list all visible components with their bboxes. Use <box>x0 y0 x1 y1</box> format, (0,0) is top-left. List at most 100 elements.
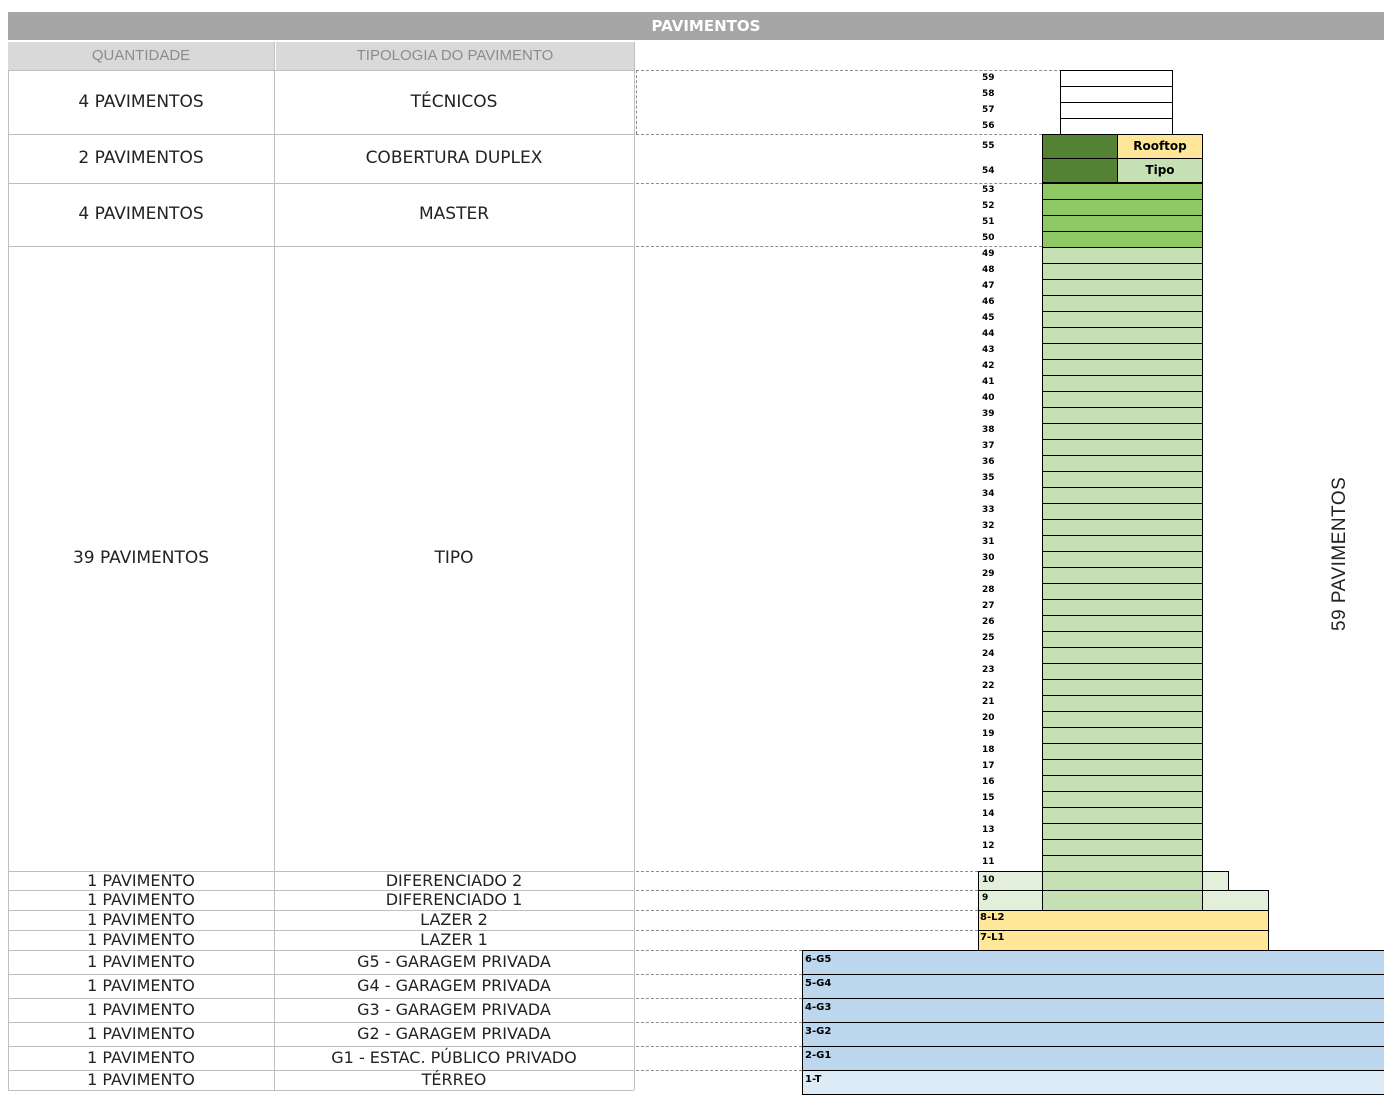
floor-number: 9 <box>982 893 989 903</box>
connector-line <box>636 1070 802 1071</box>
tipo-floor <box>1042 343 1203 360</box>
floor-number: 33 <box>982 505 995 515</box>
column-divider <box>274 42 275 1090</box>
tipo-floor <box>1042 855 1203 872</box>
column-divider <box>634 42 635 1090</box>
tipo-floor <box>1042 487 1203 504</box>
tipo-floor <box>1042 391 1203 408</box>
technical-floor <box>1060 118 1173 135</box>
connector-line <box>636 930 978 931</box>
master-floor <box>1042 231 1203 248</box>
floor-number: 12 <box>982 841 995 851</box>
tipo-floor <box>1042 599 1203 616</box>
tipo-floor <box>1042 679 1203 696</box>
quantity-cell: 1 PAVIMENTO <box>87 1070 195 1089</box>
tipo-floor <box>1042 423 1203 440</box>
typology-cell: DIFERENCIADO 2 <box>385 871 523 890</box>
tipo-floor <box>1042 695 1203 712</box>
duplex-floor <box>1042 158 1118 183</box>
floor-code-label: 8-L2 <box>980 912 1005 923</box>
floor-number: 34 <box>982 489 995 499</box>
tipo-floor <box>1042 567 1203 584</box>
floor-number: 29 <box>982 569 995 579</box>
floor-number: 47 <box>982 281 995 291</box>
connector-line <box>636 183 1042 184</box>
tipo-floor <box>1042 359 1203 376</box>
tipo-floor <box>1042 263 1203 280</box>
tipo-floor <box>1042 759 1203 776</box>
floor-number: 43 <box>982 345 995 355</box>
tipo-floor <box>1042 375 1203 392</box>
quantity-cell: 1 PAVIMENTO <box>87 976 195 995</box>
tipo-floor <box>1042 711 1203 728</box>
tipo-floor <box>1042 631 1203 648</box>
tipo-floor <box>1042 647 1203 664</box>
tipo-floor <box>1042 327 1203 344</box>
floor-number: 39 <box>982 409 995 419</box>
connector-line <box>636 134 1042 135</box>
floor-code-label: 6-G5 <box>805 954 832 965</box>
garage-floor <box>802 974 1384 999</box>
floor-number: 24 <box>982 649 995 659</box>
floor-number: 46 <box>982 297 995 307</box>
floor-number: 18 <box>982 745 995 755</box>
typology-cell: TIPO <box>434 548 474 568</box>
tipo-floor <box>1042 551 1203 568</box>
tipo-floor <box>1042 663 1203 680</box>
floor-number: 35 <box>982 473 995 483</box>
floor-number: 32 <box>982 521 995 531</box>
garage-floor <box>802 1022 1384 1047</box>
tipo-floor <box>1042 583 1203 600</box>
floor-number: 14 <box>982 809 995 819</box>
floor-code-label: 7-L1 <box>980 932 1005 943</box>
typology-cell: G1 - ESTAC. PÚBLICO PRIVADO <box>331 1048 577 1067</box>
typology-cell: COBERTURA DUPLEX <box>365 148 543 168</box>
tipo-floor <box>1042 807 1203 824</box>
tipo-floor <box>1042 823 1203 840</box>
tipo-floor <box>1042 455 1203 472</box>
floor-number: 11 <box>982 857 995 867</box>
quantity-cell: 1 PAVIMENTO <box>87 1000 195 1019</box>
floor-number: 21 <box>982 697 995 707</box>
tipo-floor <box>1042 279 1203 296</box>
tipo-floor <box>1042 743 1203 760</box>
connector-line <box>636 910 978 911</box>
tipo-floor <box>1042 535 1203 552</box>
connector-line <box>636 1022 802 1023</box>
quantity-cell: 1 PAVIMENTO <box>87 930 195 949</box>
tipo-label: Tipo <box>1145 163 1175 177</box>
floor-number: 57 <box>982 105 995 115</box>
rooftop-label: Rooftop <box>1133 139 1187 153</box>
connector-line <box>636 1046 802 1047</box>
master-floor <box>1042 199 1203 216</box>
floor-number: 22 <box>982 681 995 691</box>
floor-number: 20 <box>982 713 995 723</box>
connector-line <box>636 974 802 975</box>
technical-floor <box>1060 102 1173 119</box>
connector-line <box>636 70 637 134</box>
floor-number: 45 <box>982 313 995 323</box>
tipo-floor <box>1042 791 1203 808</box>
typology-cell: LAZER 1 <box>420 930 488 949</box>
tipo-floor <box>1042 471 1203 488</box>
floor-number: 56 <box>982 121 995 131</box>
garage-floor <box>802 950 1384 975</box>
floor-number: 42 <box>982 361 995 371</box>
connector-line <box>636 70 1062 71</box>
floor-number: 10 <box>982 875 995 885</box>
quantity-cell: 2 PAVIMENTOS <box>78 148 204 168</box>
quantity-cell: 1 PAVIMENTO <box>87 952 195 971</box>
floor-number: 26 <box>982 617 995 627</box>
connector-line <box>636 246 1042 247</box>
tipo-core <box>1042 871 1203 891</box>
floor-number: 53 <box>982 185 995 195</box>
quantity-cell: 4 PAVIMENTOS <box>78 92 204 112</box>
quantity-cell: 4 PAVIMENTOS <box>78 204 204 224</box>
row-divider <box>8 70 634 71</box>
floor-number: 55 <box>982 141 995 151</box>
tipo-floor <box>1042 247 1203 264</box>
floor-number: 16 <box>982 777 995 787</box>
floor-number: 17 <box>982 761 995 771</box>
floor-number: 19 <box>982 729 995 739</box>
tipo-floor <box>1042 839 1203 856</box>
